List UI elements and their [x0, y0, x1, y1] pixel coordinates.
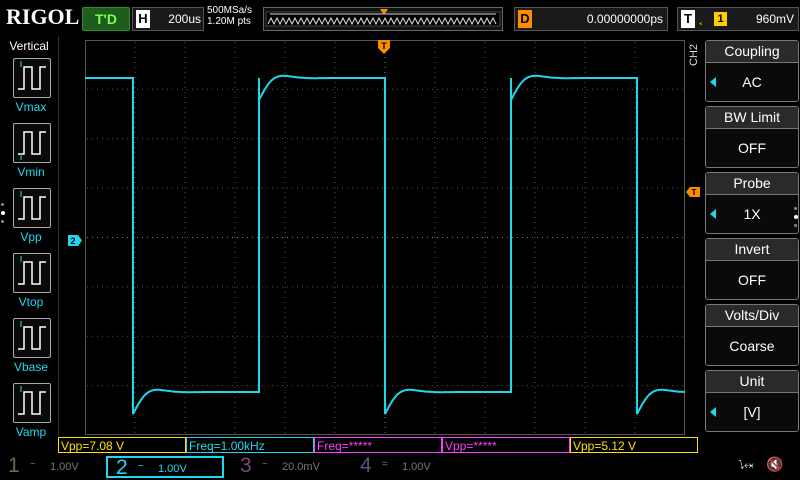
ch2-ground-marker[interactable]: 2 — [68, 233, 82, 246]
vamp-icon[interactable] — [13, 383, 51, 423]
channel-1-tab[interactable]: 1 ~1.00V — [0, 454, 118, 478]
measurement-4[interactable]: Vpp=***** — [442, 437, 570, 453]
channel-menu: Coupling AC BW Limit OFF Probe 1X Invert OFF Vol… — [703, 40, 800, 436]
measure-label-vmin: Vmin — [17, 165, 45, 179]
top-status-bar: RIGOL T'D H 200us 500MSa/s 1.20M pts D 0… — [0, 0, 800, 36]
menu-coupling[interactable]: Coupling AC — [705, 40, 799, 102]
menu-item-title: Invert — [706, 239, 798, 261]
vbase-icon[interactable] — [13, 318, 51, 358]
menu-volts-div[interactable]: Volts/Div Coarse — [705, 304, 799, 366]
measure-side-panel: Vertical Vmax Vmin Vpp Vtop Vbase Vamp — [0, 36, 59, 439]
horizontal-scale-value: 200us — [168, 12, 201, 26]
measurement-2[interactable]: Freq=1.00kHz — [186, 437, 314, 453]
coupling-icon: ~ — [30, 459, 36, 470]
svg-text:T: T — [692, 188, 697, 197]
svg-text:2: 2 — [70, 236, 75, 246]
measure-label-vmax: Vmax — [15, 100, 47, 114]
measurement-strip: Vpp=7.08 V Freq=1.00kHz Freq=***** Vpp=****… — [58, 437, 698, 454]
memory-overview-bar[interactable] — [263, 7, 503, 31]
measurement-3[interactable]: Freq=***** — [314, 437, 442, 453]
channel-scale: 1.00V — [158, 463, 187, 475]
menu-item-value: OFF — [738, 272, 766, 288]
knob-select-icon — [710, 209, 716, 219]
vpp-icon[interactable] — [13, 188, 51, 228]
channel-2-tab[interactable]: 2 ~1.00V — [106, 456, 224, 479]
usb-icon: ⭝⬾ — [738, 458, 754, 472]
channel-number: 2 — [116, 456, 128, 479]
memory-depth: 1.20M pts — [207, 16, 251, 27]
vtop-icon[interactable] — [13, 253, 51, 293]
panel-page-dots — [1, 203, 5, 233]
panel-title: Vertical — [9, 39, 49, 53]
channel-number: 1 — [8, 454, 20, 477]
menu-item-value: Coarse — [729, 338, 775, 354]
acquisition-info: 500MSa/s 1.20M pts — [207, 5, 252, 27]
delay-box[interactable]: D 0.00000000ps — [514, 7, 668, 31]
speaker-mute-icon[interactable]: 🔇 — [766, 456, 783, 473]
menu-item-title: Unit — [706, 371, 798, 393]
measure-label-vamp: Vamp — [15, 425, 47, 439]
horizontal-key: H — [136, 10, 150, 28]
delay-key: D — [518, 10, 532, 28]
channel-scale: 1.00V — [402, 461, 431, 473]
menu-item-title: Volts/Div — [706, 305, 798, 327]
menu-page-dots — [794, 207, 798, 227]
coupling-icon: ~ — [138, 461, 144, 472]
rising-edge-icon: ˱ — [698, 9, 703, 26]
trigger-level-marker[interactable]: T — [686, 184, 700, 197]
memory-overview-waveform — [265, 9, 501, 27]
menu-channel-label: CH2 — [688, 43, 700, 66]
delay-value: 0.00000000ps — [586, 12, 663, 26]
menu-invert[interactable]: Invert OFF — [705, 238, 799, 300]
channel-number: 4 — [360, 454, 372, 477]
menu-item-value: AC — [742, 74, 762, 90]
menu-item-title: Probe — [706, 173, 798, 195]
menu-probe[interactable]: Probe 1X — [705, 172, 799, 234]
knob-select-icon — [710, 407, 716, 417]
menu-bw-limit[interactable]: BW Limit OFF — [705, 106, 799, 168]
measure-label-vpp: Vpp — [20, 230, 42, 244]
channel-3-tab[interactable]: 3 ~20.0mV — [232, 454, 350, 478]
vmax-icon[interactable] — [13, 58, 51, 98]
menu-item-title: BW Limit — [706, 107, 798, 129]
trigger-key: T — [681, 10, 695, 28]
channel-scale: 20.0mV — [282, 461, 320, 473]
coupling-icon: = — [382, 459, 388, 470]
trigger-status-badge: T'D — [82, 7, 130, 31]
coupling-icon: ~ — [262, 459, 268, 470]
measurement-5[interactable]: Vpp=5.12 V — [570, 437, 698, 453]
measure-label-vtop: Vtop — [18, 295, 44, 309]
ch2-waveform-trace — [85, 74, 685, 415]
menu-item-title: Coupling — [706, 41, 798, 63]
menu-item-value: OFF — [738, 140, 766, 156]
trigger-marker-label: T — [381, 41, 387, 51]
vmin-icon[interactable] — [13, 123, 51, 163]
brand-logo: RIGOL — [6, 4, 80, 29]
trigger-position-marker[interactable]: T — [378, 40, 390, 54]
menu-unit[interactable]: Unit [V] — [705, 370, 799, 432]
knob-select-icon — [710, 77, 716, 87]
trigger-box[interactable]: T ˱ 1 960mV — [677, 7, 799, 31]
trigger-source-badge: 1 — [714, 12, 727, 26]
channel-4-tab[interactable]: 4 = 1.00V — [352, 454, 470, 478]
measurement-1[interactable]: Vpp=7.08 V — [58, 437, 186, 453]
trigger-level-value: 960mV — [755, 12, 794, 26]
horizontal-scale-box[interactable]: H 200us — [132, 7, 204, 31]
channel-status-bar: 1 ~1.00V 2 ~1.00V 3 ~20.0mV 4 = 1.00V — [0, 454, 800, 480]
channel-number: 3 — [240, 454, 252, 477]
sample-rate: 500MSa/s — [207, 5, 253, 16]
menu-item-value: 1X — [743, 206, 761, 222]
waveform-display[interactable] — [85, 40, 685, 435]
channel-scale: 1.00V — [50, 461, 79, 473]
measure-label-vbase: Vbase — [13, 360, 49, 374]
menu-item-value: [V] — [743, 404, 761, 420]
